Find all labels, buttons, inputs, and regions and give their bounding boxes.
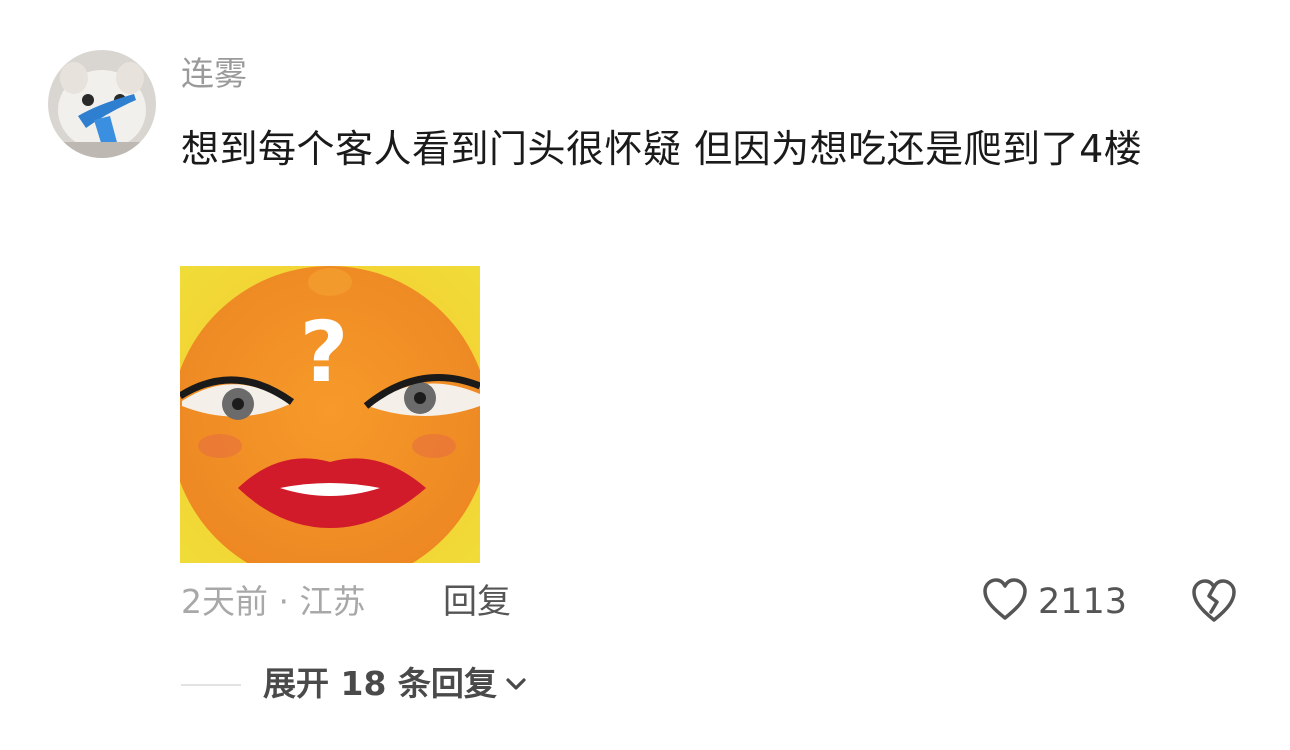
comment-text: 想到每个客人看到门头很怀疑 但因为想吃还是爬到了4楼: [181, 127, 1143, 171]
comment-item: 连雾 想到每个客人看到门头很怀疑 但因为想吃还是爬到了4楼 ? 2天前 · 江苏…: [0, 0, 1290, 750]
broken-heart-icon: [1190, 579, 1238, 628]
username[interactable]: 连雾: [181, 52, 247, 96]
dislike-button[interactable]: [1190, 578, 1238, 628]
comment-meta: 2天前 · 江苏: [181, 582, 366, 621]
heart-outline-icon: [982, 578, 1028, 626]
reply-button[interactable]: 回复: [443, 580, 511, 624]
expand-replies-label: 展开 18 条回复: [263, 664, 497, 703]
expand-divider: [181, 684, 241, 686]
like-button[interactable]: 2113: [982, 578, 1127, 626]
like-count: 2113: [1038, 582, 1128, 622]
comment-sticker-image[interactable]: ?: [180, 266, 480, 563]
svg-text:?: ?: [300, 303, 349, 401]
expand-replies-button[interactable]: 展开 18 条回复: [263, 662, 527, 706]
avatar[interactable]: [48, 50, 156, 158]
chevron-down-icon: [505, 676, 527, 696]
